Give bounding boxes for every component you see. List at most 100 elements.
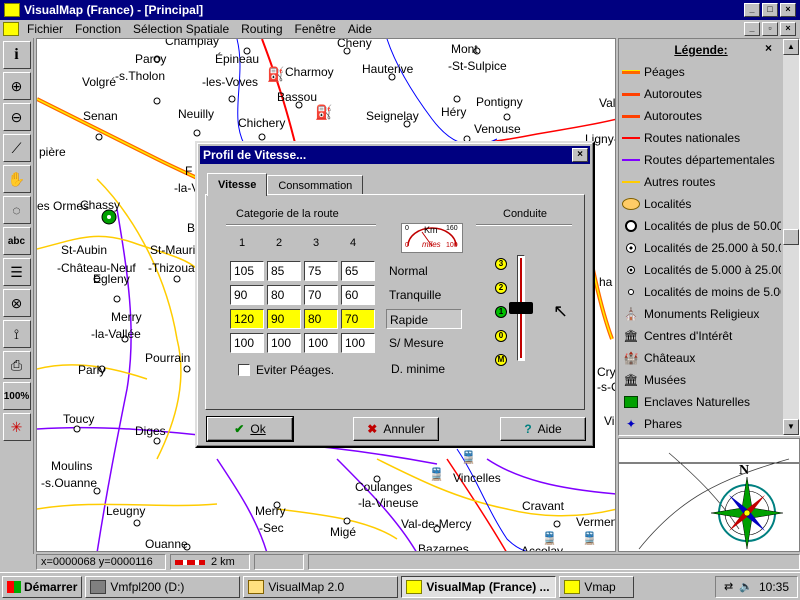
- map-place-label[interactable]: -Sec: [259, 522, 284, 535]
- driving-level-option[interactable]: 3: [495, 258, 507, 270]
- document-icon[interactable]: [3, 22, 19, 36]
- legend-item[interactable]: Enclaves Naturelles: [621, 391, 781, 413]
- clock[interactable]: 10:35: [759, 580, 789, 594]
- speed-cell[interactable]: 80: [304, 309, 338, 329]
- legend-item[interactable]: Localités de 5.000 à 25.000: [621, 259, 781, 281]
- menu-fichier[interactable]: Fichier: [21, 22, 69, 36]
- map-place-label[interactable]: Cravant: [522, 500, 564, 513]
- map-place-label[interactable]: Neuilly: [178, 108, 214, 121]
- dialog-close-button[interactable]: ×: [572, 148, 588, 162]
- zoom-100-button[interactable]: 100%: [2, 382, 31, 410]
- speed-cell[interactable]: 90: [267, 309, 301, 329]
- compass-tool-button[interactable]: ✳: [2, 413, 31, 441]
- map-place-label[interactable]: St-Aubin: [61, 244, 107, 257]
- maximize-button[interactable]: □: [762, 3, 778, 17]
- speed-profile-option[interactable]: S/ Mesure: [386, 333, 462, 353]
- map-place-label[interactable]: Vermen: [576, 516, 615, 529]
- legend-item[interactable]: Autoroutes: [621, 83, 781, 105]
- speed-cell[interactable]: 100: [341, 333, 375, 353]
- driving-slider-thumb[interactable]: [509, 302, 533, 314]
- zoom-in-button[interactable]: ⊕: [2, 72, 31, 100]
- map-place-label[interactable]: Héry: [441, 106, 466, 119]
- map-place-label[interactable]: Chichery: [238, 117, 285, 130]
- map-place-label[interactable]: Cheny: [337, 39, 372, 50]
- label-tool-button[interactable]: abc: [2, 227, 31, 255]
- speed-cell[interactable]: 120: [230, 309, 264, 329]
- speed-profile-option[interactable]: Tranquille: [386, 285, 462, 305]
- map-place-label[interactable]: Egleny: [93, 273, 130, 286]
- map-place-label[interactable]: -les-Voves: [202, 76, 258, 89]
- map-place-label[interactable]: Vincelles: [453, 472, 501, 485]
- map-place-label[interactable]: Merry: [255, 505, 286, 518]
- speed-cell[interactable]: 80: [267, 285, 301, 305]
- speed-profile-option[interactable]: Normal: [386, 261, 462, 281]
- map-place-label[interactable]: -la-Vineuse: [358, 497, 418, 510]
- driving-level-option[interactable]: 0: [495, 330, 507, 342]
- menu-fonction[interactable]: Fonction: [69, 22, 127, 36]
- menu-routing[interactable]: Routing: [235, 22, 288, 36]
- map-place-label[interactable]: Parly: [78, 364, 105, 377]
- map-place-label[interactable]: es Ormes: [37, 200, 89, 213]
- doc-restore-button[interactable]: ▫: [762, 22, 778, 36]
- legend-item[interactable]: Localités de 25.000 à 50.000: [621, 237, 781, 259]
- avoid-tolls-checkbox[interactable]: [238, 364, 250, 376]
- driving-level-option[interactable]: 1: [495, 306, 507, 318]
- map-place-label[interactable]: B: [187, 222, 195, 235]
- legend-close-button[interactable]: ×: [765, 41, 772, 55]
- legend-item[interactable]: ⛪ Monuments Religieux: [621, 303, 781, 325]
- legend-item[interactable]: 🏰 Châteaux: [621, 347, 781, 369]
- map-place-label[interactable]: Paroy: [135, 53, 166, 66]
- train-station-icon[interactable]: 🚆: [461, 450, 476, 464]
- map-place-label[interactable]: Toucy: [63, 413, 94, 426]
- map-place-label[interactable]: Merry: [111, 311, 142, 324]
- map-place-label[interactable]: Seignelay: [366, 110, 419, 123]
- map-place-label[interactable]: Ouanne: [145, 538, 188, 551]
- legend-item[interactable]: ✦ Phares: [621, 413, 781, 435]
- print-button[interactable]: ⎙: [2, 351, 31, 379]
- train-station-icon[interactable]: 🚆: [429, 467, 444, 481]
- driving-level-option[interactable]: M: [495, 354, 507, 366]
- fuel-station-icon[interactable]: ⛽: [315, 104, 332, 121]
- train-station-icon[interactable]: 🚆: [582, 531, 597, 545]
- speed-cell[interactable]: 85: [267, 261, 301, 281]
- legend-tool-button[interactable]: ☰: [2, 258, 31, 286]
- task-vmap[interactable]: Vmap: [559, 575, 635, 598]
- menu-aide[interactable]: Aide: [342, 22, 378, 36]
- map-place-label[interactable]: Volgré: [82, 76, 116, 89]
- legend-item[interactable]: Autoroutes: [621, 105, 781, 127]
- map-place-label[interactable]: -Thizoua: [148, 262, 195, 275]
- task-visualmap-france[interactable]: VisualMap (France) ...: [401, 575, 557, 598]
- network-icon[interactable]: ⇄: [724, 580, 733, 593]
- dialog-title-bar[interactable]: Profil de Vitesse... ×: [200, 146, 590, 164]
- map-place-label[interactable]: Charmoy: [285, 66, 334, 79]
- map-place-label[interactable]: Champlay: [165, 39, 219, 48]
- lasso-tool-button[interactable]: ◌: [2, 196, 31, 224]
- map-place-label[interactable]: Diges: [135, 425, 166, 438]
- doc-close-button[interactable]: ×: [780, 22, 796, 36]
- legend-item[interactable]: Routes départementales: [621, 149, 781, 171]
- ok-button[interactable]: ✔ Ok: [206, 416, 294, 442]
- map-place-label[interactable]: St-Mauri: [150, 244, 195, 257]
- doc-minimize-button[interactable]: _: [744, 22, 760, 36]
- start-button[interactable]: Démarrer: [2, 575, 83, 598]
- legend-item[interactable]: Autres routes: [621, 171, 781, 193]
- scroll-down-button[interactable]: ▼: [783, 419, 799, 435]
- map-place-label[interactable]: Accolay: [521, 545, 563, 552]
- info-tool-button[interactable]: i: [2, 41, 31, 69]
- legend-item[interactable]: Péages: [621, 61, 781, 83]
- speed-profile-option[interactable]: Rapide: [386, 309, 462, 329]
- map-place-label[interactable]: Bazarnes: [418, 543, 469, 552]
- train-station-icon[interactable]: 🚆: [542, 531, 557, 545]
- map-place-label[interactable]: -s-C: [597, 381, 615, 394]
- legend-item[interactable]: Localités de moins de 5.000 h: [621, 281, 781, 303]
- map-place-label[interactable]: Val: [599, 97, 615, 110]
- driving-level-option[interactable]: 2: [495, 282, 507, 294]
- help-button[interactable]: ? Aide: [500, 417, 586, 441]
- map-place-label[interactable]: Vi: [604, 415, 614, 428]
- task-visualmap-20[interactable]: VisualMap 2.0: [243, 575, 399, 598]
- legend-item[interactable]: Routes nationales: [621, 127, 781, 149]
- cancel-button[interactable]: ✖ Annuler: [353, 417, 439, 441]
- legend-item[interactable]: 🏛 Musées: [621, 369, 781, 391]
- speed-cell[interactable]: 105: [230, 261, 264, 281]
- map-place-label[interactable]: Cry: [597, 366, 615, 379]
